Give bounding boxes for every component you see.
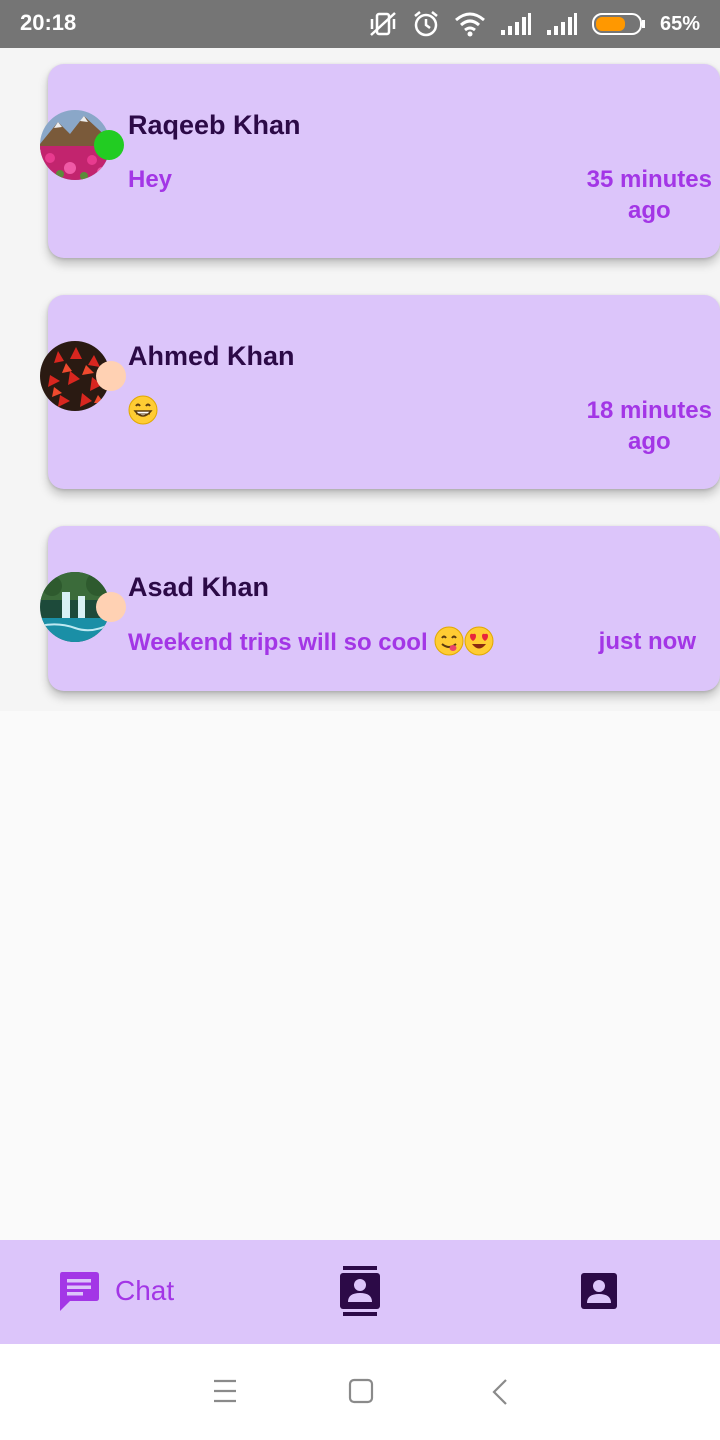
menu-icon[interactable]	[213, 1378, 237, 1404]
online-indicator	[94, 130, 124, 160]
last-message: Weekend trips will so cool	[128, 626, 494, 657]
chat-item-asad-khan[interactable]: Asad Khan Weekend trips will so cool jus…	[40, 526, 720, 691]
yum-face-emoji	[434, 626, 464, 656]
message-time: just now	[598, 628, 696, 655]
battery-icon	[591, 13, 645, 35]
profile-icon	[581, 1273, 617, 1309]
message-time: 18 minutes ago	[587, 395, 712, 457]
contacts-icon	[340, 1266, 380, 1316]
heart-eyes-emoji	[464, 626, 494, 656]
back-icon[interactable]	[490, 1378, 510, 1406]
contact-name: Asad Khan	[128, 572, 270, 602]
status-icons: 65%	[368, 8, 700, 40]
message-time-line2: ago	[627, 428, 671, 455]
message-time: 35 minutes ago	[587, 164, 712, 226]
tab-chat-label: Chat	[115, 1275, 175, 1306]
bottom-navigation: Chat	[0, 1240, 720, 1344]
offline-indicator	[96, 592, 126, 622]
chat-item-raqeeb-khan[interactable]: Raqeeb Khan Hey 35 minutes ago	[40, 64, 720, 258]
tab-contacts[interactable]	[339, 1266, 381, 1321]
contact-name: Raqeeb Khan	[128, 110, 301, 140]
signal-icon	[500, 13, 531, 35]
last-message-text: Weekend trips will so cool	[128, 629, 428, 656]
system-navigation-bar	[0, 1344, 720, 1440]
contact-name: Ahmed Khan	[128, 341, 295, 371]
vibrate-off-icon	[370, 12, 396, 36]
status-time: 20:18	[20, 10, 77, 35]
chat-item-ahmed-khan[interactable]: Ahmed Khan 18 minutes ago	[40, 295, 720, 489]
chat-icon	[60, 1272, 99, 1311]
chat-list: Raqeeb Khan Hey 35 minutes ago Ahmed Kha…	[0, 48, 720, 711]
message-time-line1: 18 minutes	[586, 397, 712, 424]
content-area: Raqeeb Khan Hey 35 minutes ago Ahmed Kha…	[0, 48, 720, 1240]
tab-profile[interactable]	[580, 1272, 618, 1315]
wifi-icon	[454, 12, 485, 37]
offline-indicator	[96, 361, 126, 391]
last-message: Hey	[128, 166, 173, 193]
signal-icon	[546, 13, 577, 35]
battery-percent: 65%	[659, 12, 700, 35]
grinning-face-emoji	[128, 395, 158, 425]
message-time-line2: ago	[627, 197, 671, 224]
last-message	[128, 395, 158, 426]
alarm-icon	[414, 11, 438, 37]
message-time-line1: 35 minutes	[586, 166, 712, 193]
tab-chat[interactable]: Chat	[58, 1270, 174, 1312]
status-bar: 20:18 65%	[0, 0, 720, 48]
home-icon[interactable]	[348, 1378, 374, 1404]
